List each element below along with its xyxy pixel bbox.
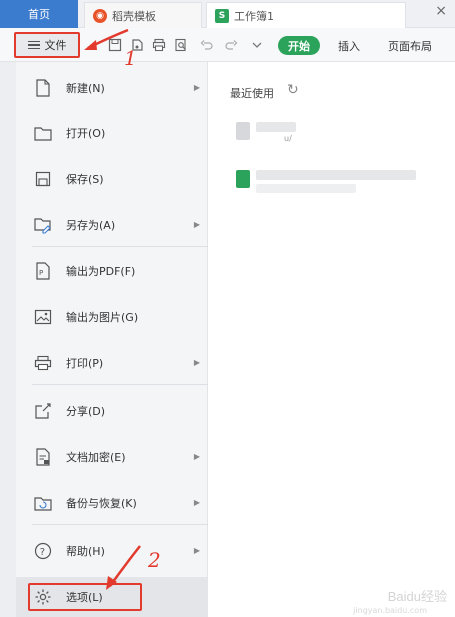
menu-item-backup[interactable]: 备份与恢复(K) ▶ [16, 488, 208, 518]
recent-file-item[interactable]: u/ [236, 120, 316, 156]
close-icon[interactable]: × [435, 3, 447, 19]
save-as-icon [34, 216, 52, 234]
chevron-right-icon: ▶ [193, 452, 200, 461]
save-icon [34, 170, 52, 188]
menu-item-print-label: 打印(P) [66, 357, 104, 370]
print-icon [34, 354, 52, 372]
menu-item-share-label: 分享(D) [66, 405, 106, 418]
help-icon: ? [34, 542, 52, 560]
menu-item-open-label: 打开(O) [66, 127, 106, 140]
chevron-right-icon: ▶ [193, 498, 200, 507]
watermark-text: Baidu经验 [387, 589, 447, 604]
menu-item-encrypt-label: 文档加密(E) [66, 451, 126, 464]
file-menu-button[interactable]: 文件 [14, 32, 80, 58]
menu-item-backup-label: 备份与恢复(K) [66, 497, 137, 510]
document-icon [236, 122, 250, 140]
menu-item-export-image[interactable]: 输出为图片(G) [16, 302, 208, 332]
svg-text:P: P [39, 269, 43, 277]
document-lock-icon [34, 448, 52, 466]
menu-item-options[interactable]: 选项(L) [16, 577, 208, 617]
menu-item-help[interactable]: ? 帮助(H) ▶ [16, 536, 208, 566]
print-icon[interactable] [152, 38, 166, 52]
menu-item-export-pdf-label: 输出为PDF(F) [66, 265, 136, 278]
ribbon-tab-page-layout[interactable]: 页面布局 [388, 38, 432, 54]
file-menu-label: 文件 [44, 39, 67, 52]
menu-divider [32, 384, 208, 385]
menu-item-new-label: 新建(N) [66, 82, 105, 95]
spreadsheet-logo-icon: S [215, 8, 229, 23]
options-highlight-box [28, 583, 142, 611]
blurred-file-path [256, 184, 356, 193]
chevron-right-icon: ▶ [193, 358, 200, 367]
ribbon-tab-insert[interactable]: 插入 [338, 38, 360, 54]
image-icon [34, 308, 52, 326]
menu-item-open[interactable]: 打开(O) [16, 118, 208, 148]
menu-item-share[interactable]: 分享(D) [16, 396, 208, 426]
pdf-icon: P [34, 262, 52, 280]
watermark-url: jingyan.baidu.com [353, 606, 427, 615]
menu-item-save-label: 保存(S) [66, 173, 104, 186]
menu-item-encrypt[interactable]: 文档加密(E) ▶ [16, 442, 208, 472]
tab-home-label: 首页 [28, 8, 50, 21]
chevron-right-icon: ▶ [193, 83, 200, 92]
share-icon [34, 402, 52, 420]
blurred-filename [256, 122, 296, 132]
undo-icon[interactable] [200, 38, 214, 52]
tab-home[interactable]: 首页 [0, 0, 78, 28]
quick-access-dropdown-icon[interactable] [250, 38, 264, 52]
menu-item-export-pdf[interactable]: P 输出为PDF(F) [16, 256, 208, 286]
toolbar: 文件 开始 插入 页面布局 [0, 28, 455, 62]
annotation-number-2: 2 [148, 548, 161, 572]
tab-template[interactable]: ◉ 稻壳模板 [84, 2, 202, 28]
menu-item-print[interactable]: 打印(P) ▶ [16, 348, 208, 378]
menu-divider [32, 524, 208, 525]
file-menu-panel: 新建(N) ▶ 打开(O) 保存(S) 另存为(A) ▶ P 输出为PDF(F)… [16, 62, 208, 617]
docer-logo-icon: ◉ [93, 8, 107, 23]
hamburger-icon [27, 39, 40, 52]
menu-item-new[interactable]: 新建(N) ▶ [16, 73, 208, 103]
menu-item-help-label: 帮助(H) [66, 545, 105, 558]
chevron-right-icon: ▶ [193, 220, 200, 229]
redo-icon[interactable] [224, 38, 238, 52]
tab-workbook-label: 工作簿1 [234, 9, 274, 23]
ribbon-tab-start[interactable]: 开始 [278, 36, 320, 55]
menu-item-save-as-label: 另存为(A) [66, 219, 116, 232]
recent-file-item[interactable] [236, 168, 436, 204]
folder-icon [34, 124, 52, 142]
blurred-filename [256, 170, 416, 180]
refresh-icon[interactable]: ↻ [287, 82, 299, 98]
menu-item-export-image-label: 输出为图片(G) [66, 311, 139, 324]
backup-restore-icon [34, 494, 52, 512]
file-path: u/ [284, 134, 292, 143]
tab-template-label: 稻壳模板 [112, 9, 156, 23]
menu-item-save[interactable]: 保存(S) [16, 164, 208, 194]
chevron-right-icon: ▶ [193, 546, 200, 555]
tab-bar: 首页 ◉ 稻壳模板 S 工作簿1 × [0, 0, 455, 28]
left-edge-strip [0, 62, 16, 617]
save-icon[interactable] [108, 38, 122, 52]
tab-workbook[interactable]: S 工作簿1 [206, 2, 406, 28]
annotation-number-1: 1 [124, 46, 137, 70]
spreadsheet-icon [236, 170, 250, 188]
svg-text:?: ? [40, 547, 45, 558]
menu-item-save-as[interactable]: 另存为(A) ▶ [16, 210, 208, 240]
recent-title: 最近使用 [230, 87, 274, 100]
print-preview-icon[interactable] [174, 38, 188, 52]
ribbon-tab-start-label: 开始 [288, 39, 310, 53]
new-file-icon [34, 79, 52, 97]
menu-divider [32, 246, 208, 247]
